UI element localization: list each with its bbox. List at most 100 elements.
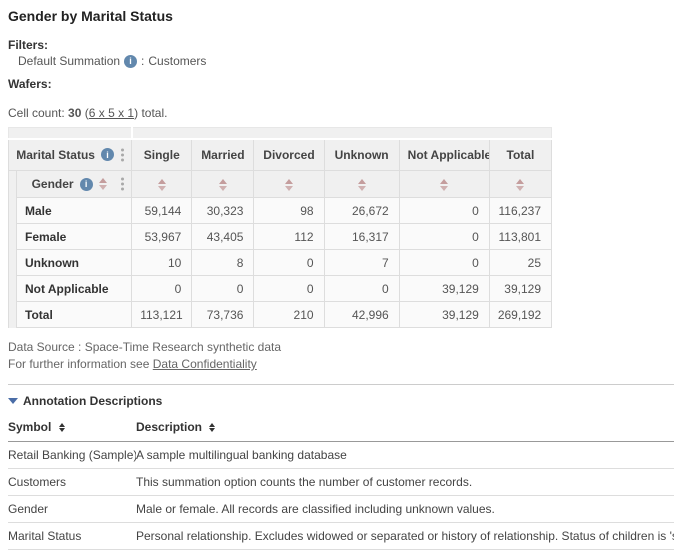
row-dimension-header[interactable]: Marital Status: [9, 139, 132, 171]
sort-icon: [440, 179, 448, 191]
annotation-row: Retail Banking (Sample)A sample multilin…: [8, 442, 674, 469]
annotation-body: Retail Banking (Sample)A sample multilin…: [8, 442, 674, 550]
data-cell: 269,192: [489, 302, 551, 328]
annotation-symbol: Customers: [8, 469, 136, 496]
annotation-description-header[interactable]: Description: [136, 418, 674, 442]
sort-toggle-cell[interactable]: [132, 171, 192, 198]
sort-icon: [358, 179, 366, 191]
annotation-row: CustomersThis summation option counts th…: [8, 469, 674, 496]
strip-right-cell: [132, 128, 552, 139]
cell-count-value: 30: [68, 106, 81, 120]
sort-icon: [219, 179, 227, 191]
sort-icon[interactable]: [209, 423, 215, 432]
annotation-row: Marital StatusPersonal relationship. Exc…: [8, 523, 674, 550]
data-cell: 10: [132, 250, 192, 276]
annotation-table: Symbol Description Retail Banking (Sampl…: [8, 418, 674, 550]
sort-up-arrow: [285, 179, 293, 184]
data-confidentiality-link[interactable]: Data Confidentiality: [153, 357, 257, 371]
kebab-menu-icon[interactable]: [119, 177, 126, 192]
filter-name: Default Summation: [18, 54, 120, 68]
data-cell: 39,129: [399, 276, 489, 302]
pivot-sort-row: Gender: [9, 171, 552, 198]
row-label: Total: [17, 302, 132, 328]
annotation-header-row: Symbol Description: [8, 418, 674, 442]
sort-toggle-cell[interactable]: [192, 171, 254, 198]
further-info-prefix: For further information see: [8, 357, 149, 371]
data-cell: 59,144: [132, 198, 192, 224]
data-cell: 0: [192, 276, 254, 302]
page-title: Gender by Marital Status: [8, 8, 674, 24]
sort-icon: [158, 179, 166, 191]
data-cell: 0: [324, 276, 399, 302]
info-icon[interactable]: [101, 148, 114, 161]
column-header[interactable]: Married: [192, 139, 254, 171]
data-cell: 26,672: [324, 198, 399, 224]
wafers-label: Wafers:: [8, 77, 674, 91]
sort-down-arrow: [285, 186, 293, 191]
table-row: Total113,12173,73621042,99639,129269,192: [9, 302, 552, 328]
cell-count-line: Cell count: 30 (6 x 5 x 1) total.: [8, 106, 674, 120]
data-cell: 16,317: [324, 224, 399, 250]
annotation-symbol-header[interactable]: Symbol: [8, 418, 136, 442]
sort-up-arrow: [440, 179, 448, 184]
data-cell: 0: [399, 198, 489, 224]
sort-toggle-cell[interactable]: [399, 171, 489, 198]
column-header[interactable]: Single: [132, 139, 192, 171]
further-info-line: For further information see Data Confide…: [8, 356, 674, 373]
sort-icon[interactable]: [59, 423, 65, 432]
column-header[interactable]: Divorced: [254, 139, 324, 171]
collapse-triangle-icon[interactable]: [8, 398, 18, 404]
filter-separator: :: [141, 54, 144, 68]
report-page: Gender by Marital Status Filters: Defaul…: [0, 0, 682, 550]
data-cell: 7: [324, 250, 399, 276]
column-header[interactable]: Unknown: [324, 139, 399, 171]
info-icon[interactable]: [124, 55, 137, 68]
data-cell: 8: [192, 250, 254, 276]
data-cell: 0: [254, 250, 324, 276]
cell-count-prefix: Cell count:: [8, 106, 65, 120]
annotation-section-header[interactable]: Annotation Descriptions: [8, 394, 674, 408]
data-cell: 210: [254, 302, 324, 328]
data-cell: 42,996: [324, 302, 399, 328]
sort-up-arrow: [219, 179, 227, 184]
data-cell: 73,736: [192, 302, 254, 328]
row-indent-spacer: [9, 276, 17, 302]
pivot-body: Male59,14430,3239826,6720116,237Female53…: [9, 198, 552, 328]
pivot-top-strip: [9, 128, 552, 139]
data-cell: 30,323: [192, 198, 254, 224]
annotation-description: Personal relationship. Excludes widowed …: [136, 523, 674, 550]
annotation-symbol: Retail Banking (Sample): [8, 442, 136, 469]
column-header[interactable]: Not Applicable: [399, 139, 489, 171]
data-cell: 116,237: [489, 198, 551, 224]
sort-toggle-cell[interactable]: [254, 171, 324, 198]
pivot-header-row: Marital Status SingleMarriedDivorcedUnkn…: [9, 139, 552, 171]
annotation-symbol: Marital Status: [8, 523, 136, 550]
col-dimension-header[interactable]: Gender: [17, 171, 132, 198]
table-row: Unknown10807025: [9, 250, 552, 276]
row-dimension-label: Marital Status: [16, 148, 95, 162]
cell-count-suffix: total.: [141, 106, 167, 120]
cell-count-link[interactable]: 6 x 5 x 1: [89, 106, 134, 120]
sort-toggle-cell[interactable]: [489, 171, 551, 198]
row-indent-spacer: [9, 198, 17, 224]
pivot-table: Marital Status SingleMarriedDivorcedUnkn…: [8, 127, 552, 328]
table-row: Not Applicable000039,12939,129: [9, 276, 552, 302]
row-label: Male: [17, 198, 132, 224]
section-divider: [8, 384, 674, 385]
sort-down-arrow: [158, 186, 166, 191]
sort-up-arrow: [516, 179, 524, 184]
sort-toggle-cell[interactable]: [324, 171, 399, 198]
data-cell: 0: [399, 250, 489, 276]
info-icon[interactable]: [80, 178, 93, 191]
sort-icon[interactable]: [99, 178, 107, 190]
table-row: Male59,14430,3239826,6720116,237: [9, 198, 552, 224]
row-indent-spacer: [9, 224, 17, 250]
data-source-note: Data Source : Space-Time Research synthe…: [8, 339, 674, 356]
row-indent-spacer: [9, 171, 17, 198]
annotation-description: This summation option counts the number …: [136, 469, 674, 496]
annotation-description: Male or female. All records are classifi…: [136, 496, 674, 523]
data-cell: 39,129: [399, 302, 489, 328]
kebab-menu-icon[interactable]: [119, 147, 126, 162]
sort-down-arrow: [358, 186, 366, 191]
column-header[interactable]: Total: [489, 139, 551, 171]
